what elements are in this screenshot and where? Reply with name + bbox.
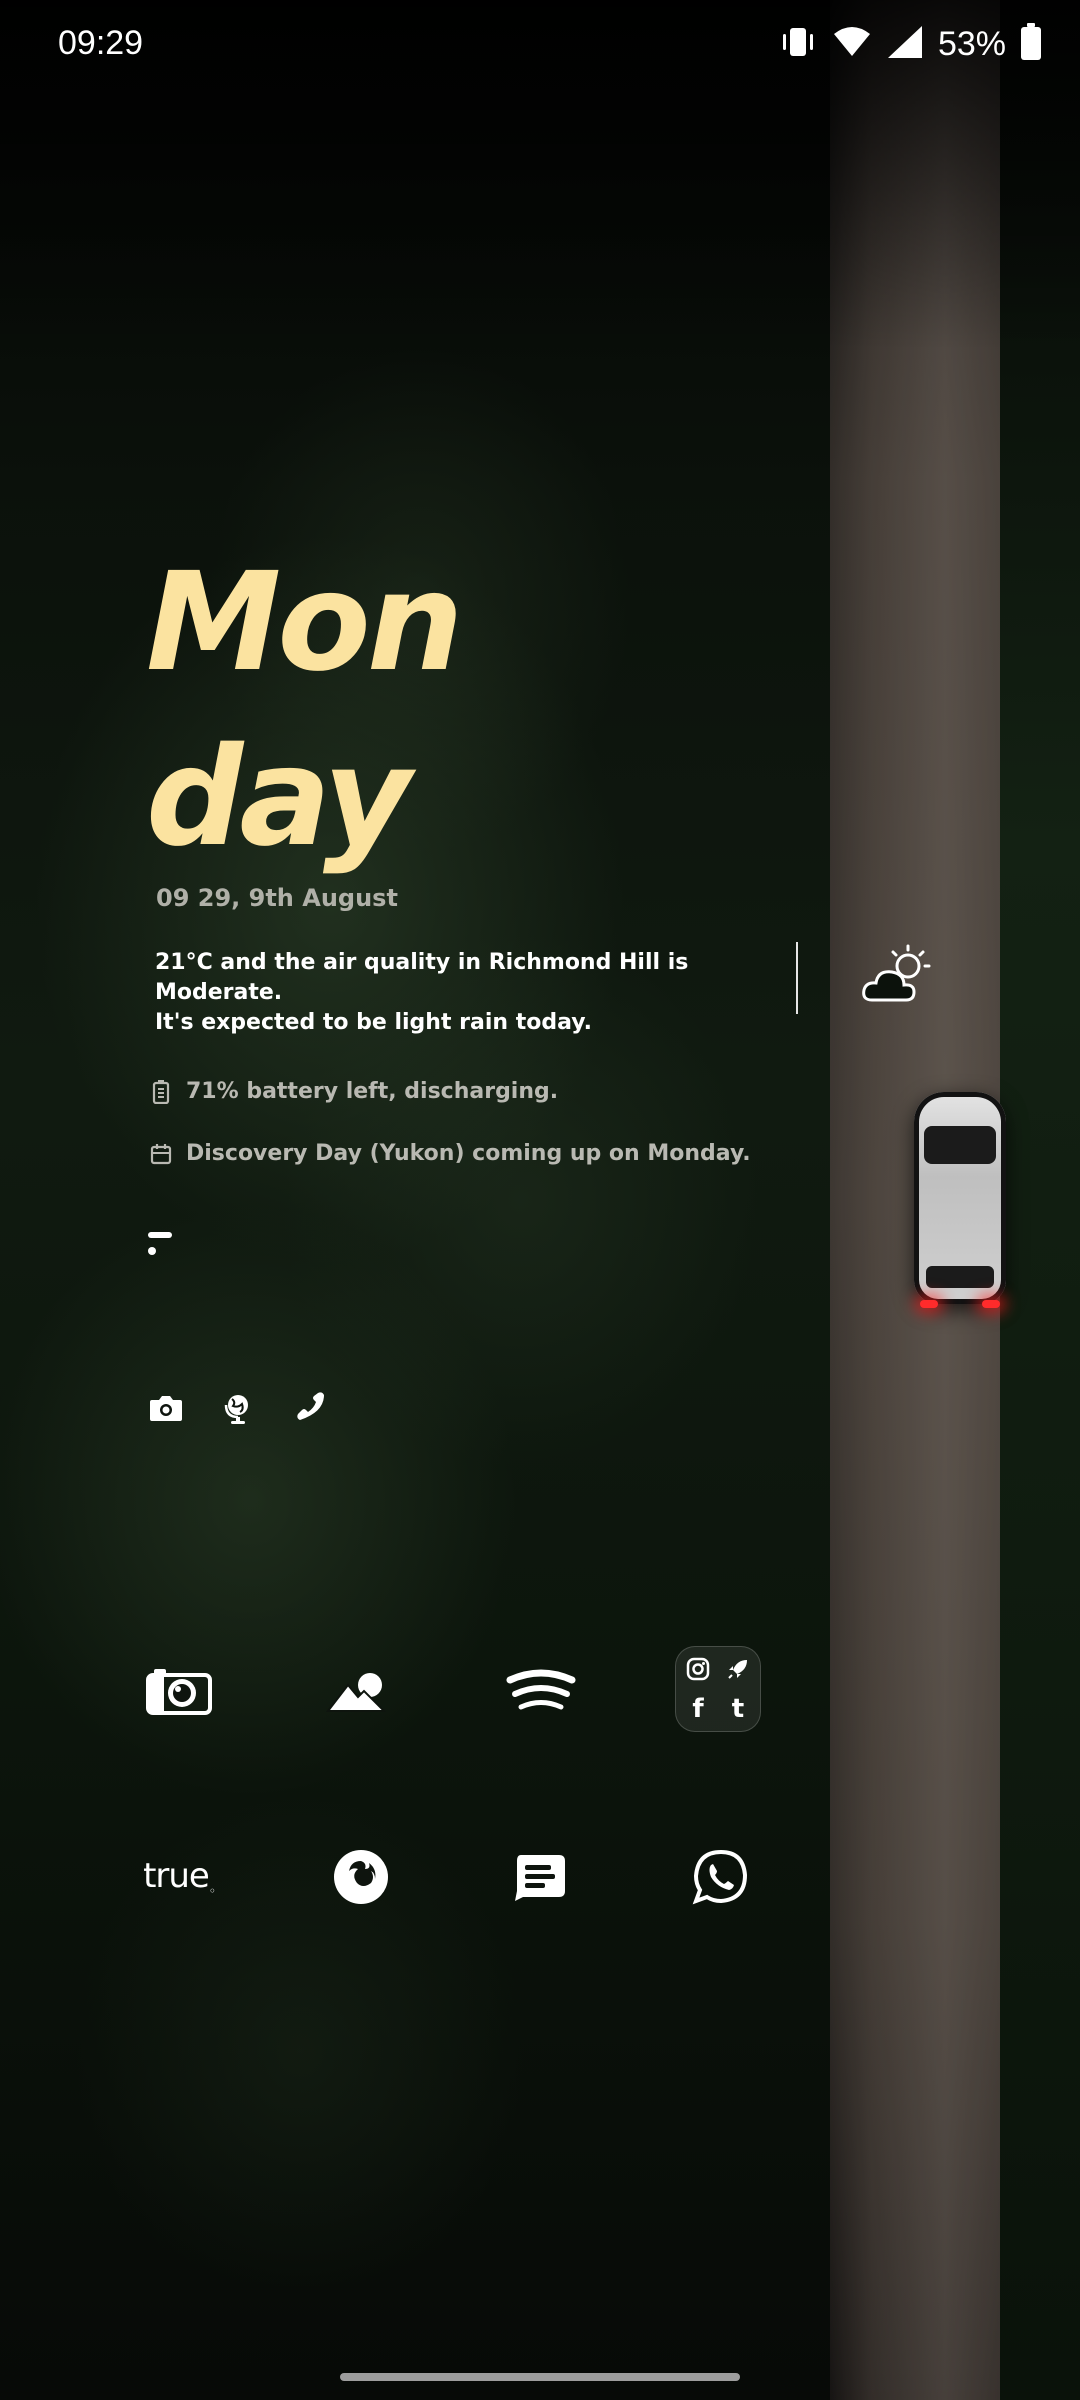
event-info-text: Discovery Day (Yukon) coming up on Monda…: [186, 1141, 751, 1166]
globe-icon[interactable]: [220, 1390, 256, 1426]
whatsapp-app-icon[interactable]: [676, 1832, 766, 1922]
tumblr-icon: t: [718, 1694, 758, 1724]
day-name-part-1[interactable]: Mon: [146, 555, 464, 691]
true-app-icon[interactable]: true◦: [134, 1832, 224, 1922]
camera-icon[interactable]: [148, 1390, 184, 1426]
weather-line-2: It's expected to be light rain today.: [155, 1010, 592, 1035]
weather-summary[interactable]: 21°C and the air quality in Richmond Hil…: [155, 948, 795, 1038]
tumblr-letter: t: [731, 1694, 745, 1724]
quick-actions: [148, 1390, 328, 1426]
firefox-app-icon[interactable]: [316, 1832, 406, 1922]
weather-line-1: 21°C and the air quality in Richmond Hil…: [155, 950, 689, 1005]
phone-icon[interactable]: [292, 1390, 328, 1426]
facebook-icon: f: [678, 1694, 718, 1724]
facebook-letter: f: [692, 1694, 704, 1724]
battery-percent: 53%: [937, 24, 1006, 63]
battery-info[interactable]: 71% battery left, discharging.: [150, 1079, 558, 1104]
home-screen: 09:29 53% Mon day 09 29, 9th August 21°C…: [0, 0, 1080, 2400]
camera-app-icon[interactable]: [134, 1646, 224, 1736]
calendar-icon: [150, 1143, 172, 1164]
rocket-icon: [718, 1656, 758, 1682]
widget-handle-icon[interactable]: [146, 1229, 176, 1259]
day-name-part-2[interactable]: day: [146, 730, 412, 866]
true-logo-text: true◦: [143, 1856, 216, 1898]
gesture-nav-handle[interactable]: [340, 2373, 740, 2381]
messages-app-icon[interactable]: [494, 1832, 584, 1922]
status-time: 09:29: [58, 24, 144, 62]
weather-divider: [796, 942, 798, 1014]
battery-outline-icon: [152, 1079, 170, 1104]
wallpaper-car: [914, 1092, 1006, 1308]
gallery-app-icon[interactable]: [313, 1646, 403, 1736]
status-bar: 09:29 53%: [0, 0, 1080, 90]
vibrate-icon: [778, 22, 818, 66]
spotify-app-icon[interactable]: [496, 1646, 586, 1736]
wallpaper-forest-edge: [1000, 0, 1080, 2400]
instagram-icon: [678, 1656, 718, 1682]
battery-icon: [1020, 23, 1042, 65]
partly-cloudy-icon[interactable]: [858, 940, 938, 1010]
event-info[interactable]: Discovery Day (Yukon) coming up on Monda…: [150, 1141, 751, 1166]
social-folder[interactable]: f t: [675, 1646, 761, 1732]
status-icons: 53%: [778, 22, 1042, 66]
date-line[interactable]: 09 29, 9th August: [156, 884, 398, 912]
wifi-icon: [832, 24, 872, 64]
battery-info-text: 71% battery left, discharging.: [186, 1079, 559, 1104]
cell-signal-icon: [886, 24, 924, 64]
